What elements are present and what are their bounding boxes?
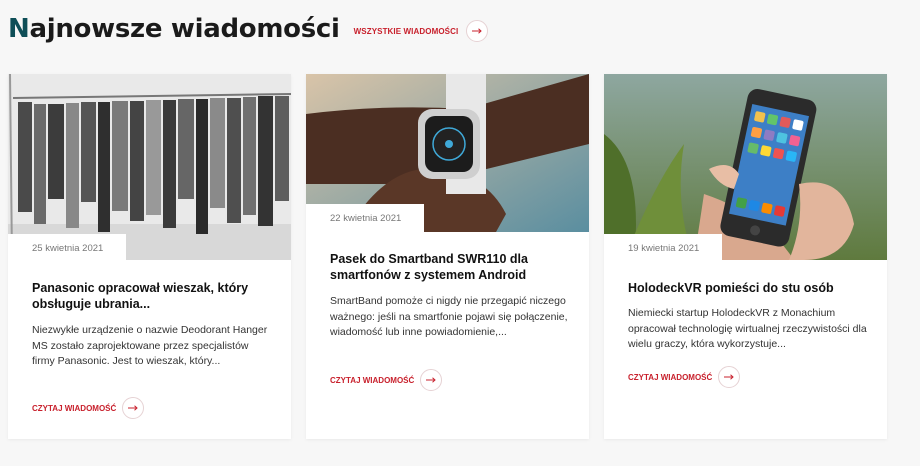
section-title-initial: N xyxy=(8,14,30,44)
post-excerpt: Niemiecki startup HolodeckVR z Monachium… xyxy=(628,307,867,350)
read-more-link[interactable]: CZYTAJ WIADOMOŚĆ xyxy=(330,369,443,391)
clothes-rack-image[interactable] xyxy=(8,74,291,260)
arrow-right-icon[interactable] xyxy=(122,397,145,419)
read-more-label: CZYTAJ WIADOMOŚĆ xyxy=(32,403,117,413)
news-card[interactable]: 19 kwietnia 2021 HolodeckVR pomieści do … xyxy=(604,74,887,439)
read-more-link[interactable]: CZYTAJ WIADOMOŚĆ xyxy=(32,397,145,419)
section-title: Najnowsze wiadomości xyxy=(8,14,340,44)
post-date: 25 kwietnia 2021 xyxy=(8,234,126,264)
post-title[interactable]: Pasek do Smartband SWR110 dla smartfonów… xyxy=(330,251,567,283)
arrow-right-icon[interactable] xyxy=(420,369,443,391)
read-more-label: CZYTAJ WIADOMOŚĆ xyxy=(628,372,713,382)
smartphone-image[interactable] xyxy=(604,74,887,260)
post-title[interactable]: HolodeckVR pomieści do stu osób xyxy=(628,280,865,296)
post-title[interactable]: Panasonic opracował wieszak, który obsłu… xyxy=(32,280,269,312)
post-date: 22 kwietnia 2021 xyxy=(306,204,424,234)
section-title-rest: ajnowsze wiadomości xyxy=(29,14,340,44)
post-excerpt: SmartBand pomoże ci nigdy nie przegapić … xyxy=(330,295,568,338)
post-excerpt: Niezwykłe urządzenie o nazwie Deodorant … xyxy=(32,324,268,367)
all-news-link[interactable]: WSZYSTKIE WIADOMOŚCI xyxy=(354,20,489,42)
section-header: Najnowsze wiadomości WSZYSTKIE WIADOMOŚC… xyxy=(8,14,489,44)
news-card[interactable]: 25 kwietnia 2021 Panasonic opracował wie… xyxy=(8,74,291,439)
news-card[interactable]: 22 kwietnia 2021 Pasek do Smartband SWR1… xyxy=(306,74,589,439)
post-date: 19 kwietnia 2021 xyxy=(604,234,722,264)
read-more-label: CZYTAJ WIADOMOŚĆ xyxy=(330,375,415,385)
read-more-link[interactable]: CZYTAJ WIADOMOŚĆ xyxy=(628,366,741,388)
arrow-right-icon[interactable] xyxy=(466,20,489,42)
arrow-right-icon[interactable] xyxy=(718,366,741,388)
all-news-label: WSZYSTKIE WIADOMOŚCI xyxy=(353,26,459,36)
